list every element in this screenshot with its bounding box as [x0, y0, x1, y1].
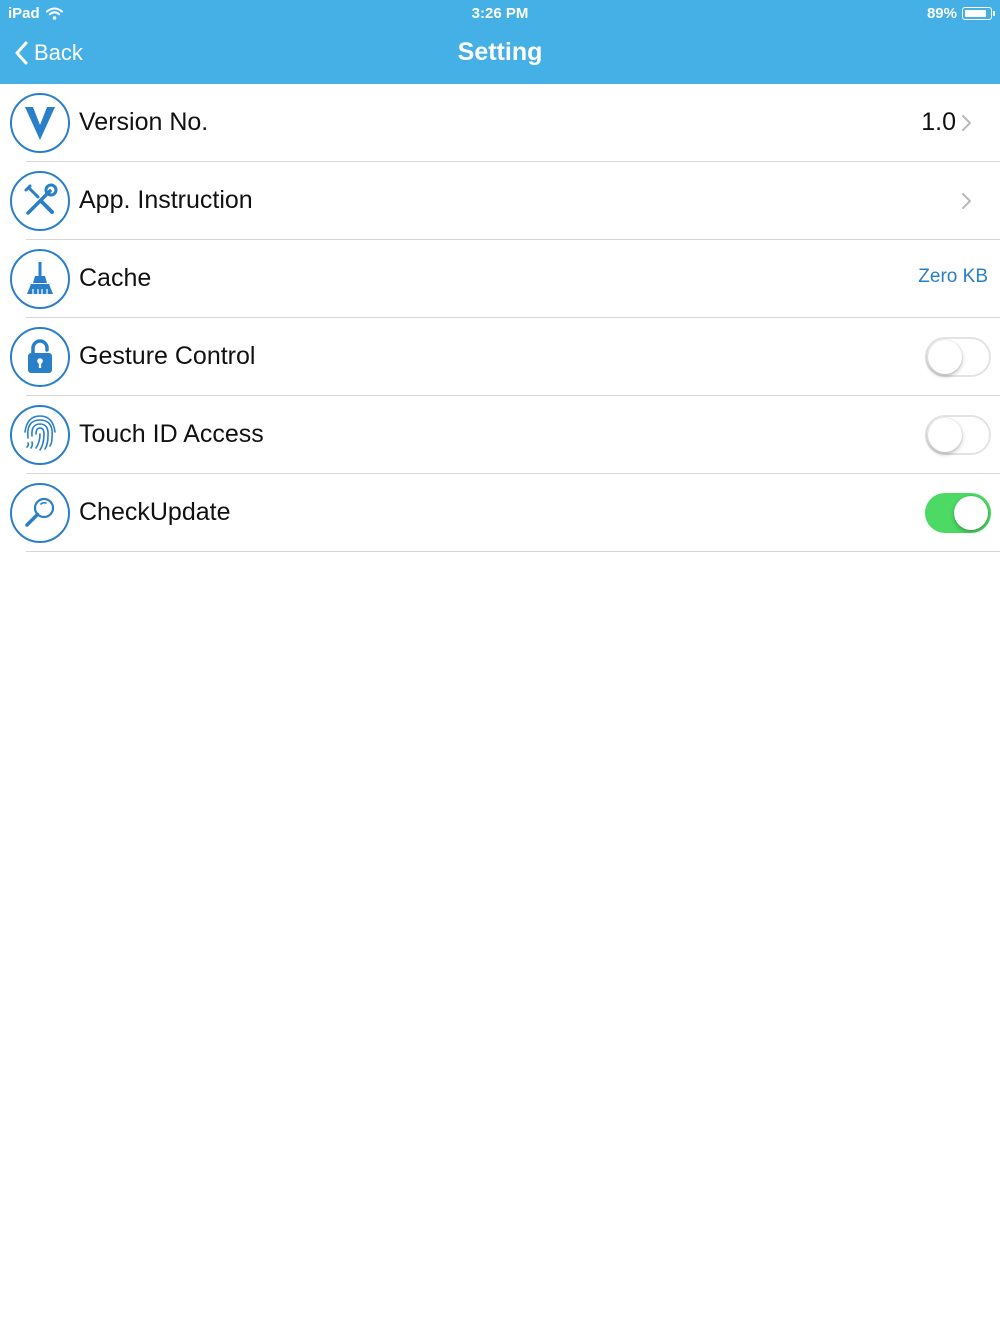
setting-row-touch-id: Touch ID Access	[0, 396, 1000, 474]
toggle-knob	[954, 496, 988, 530]
setting-label: Version No.	[79, 108, 209, 136]
setting-label: Touch ID Access	[79, 420, 264, 448]
chevron-right-icon	[962, 115, 971, 131]
setting-row-instruction[interactable]: App. Instruction	[0, 162, 1000, 240]
settings-list: Version No. 1.0 App. Instruction Cache Z…	[0, 84, 1000, 552]
lock-icon	[10, 327, 70, 387]
status-bar: iPad 3:26 PM 89%	[0, 5, 1000, 25]
status-time: 3:26 PM	[471, 5, 529, 22]
setting-label: Cache	[79, 264, 152, 292]
toggle-knob	[928, 418, 962, 452]
toggle-knob	[928, 340, 962, 374]
magnifier-icon	[10, 483, 70, 543]
version-v-icon	[10, 93, 70, 153]
gesture-control-toggle[interactable]	[925, 337, 991, 377]
setting-row-version[interactable]: Version No. 1.0	[0, 84, 1000, 162]
cache-size-value: Zero KB	[918, 266, 988, 287]
fingerprint-icon	[10, 405, 70, 465]
setting-label: CheckUpdate	[79, 498, 231, 526]
tools-icon	[10, 171, 70, 231]
broom-icon	[10, 249, 70, 309]
setting-label: Gesture Control	[79, 342, 256, 370]
navigation-bar: Back Setting	[0, 26, 1000, 84]
setting-label: App. Instruction	[79, 186, 253, 214]
battery-percent: 89%	[926, 5, 957, 22]
status-battery: 89%	[926, 5, 995, 22]
version-value: 1.0	[921, 108, 956, 136]
setting-row-check-update: CheckUpdate	[0, 474, 1000, 552]
battery-icon	[962, 7, 995, 20]
setting-row-cache[interactable]: Cache Zero KB	[0, 240, 1000, 318]
touch-id-toggle[interactable]	[925, 415, 991, 455]
page-title: Setting	[457, 38, 543, 66]
chevron-right-icon	[962, 193, 971, 209]
battery-fill	[964, 9, 986, 17]
setting-row-gesture: Gesture Control	[0, 318, 1000, 396]
check-update-toggle[interactable]	[925, 493, 991, 533]
header: iPad 3:26 PM 89% Back Setting	[0, 0, 1000, 84]
